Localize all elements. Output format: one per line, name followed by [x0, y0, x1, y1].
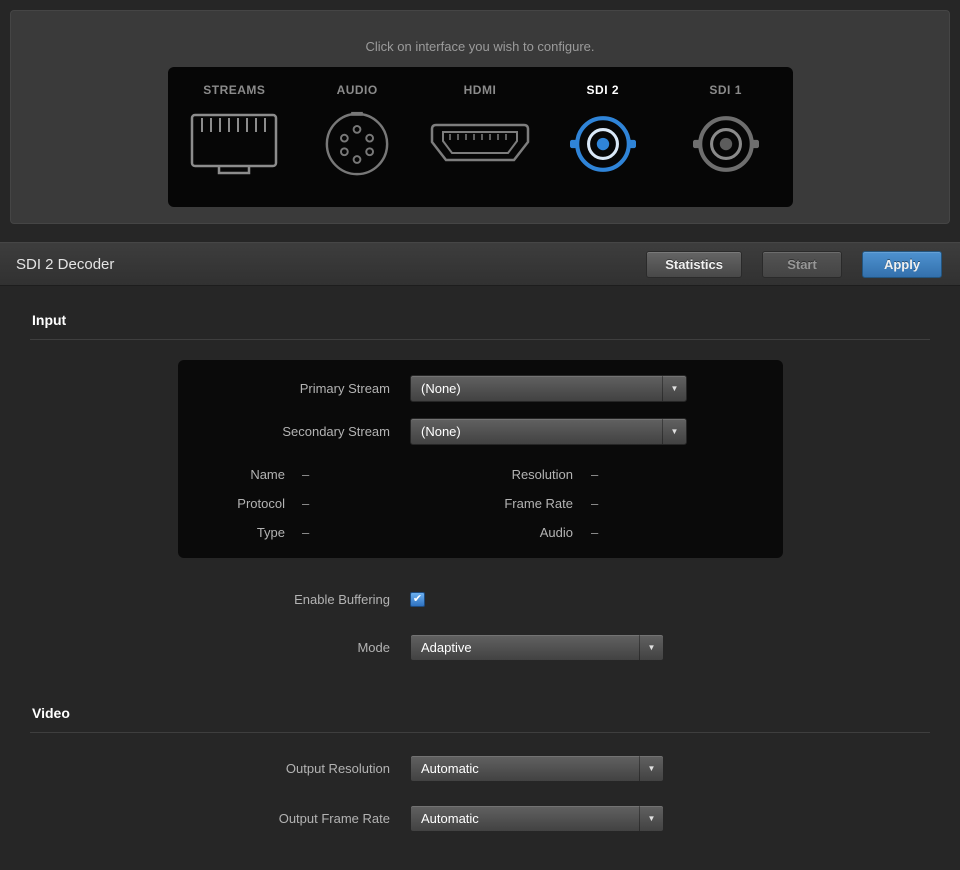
decoder-header: SDI 2 Decoder Statistics Start Apply: [0, 242, 960, 286]
chevron-down-icon: ▼: [639, 635, 663, 660]
protocol-value: –: [285, 496, 445, 511]
output-frame-rate-label: Output Frame Rate: [0, 811, 410, 826]
interface-streams[interactable]: STREAMS: [178, 83, 290, 187]
primary-stream-label: Primary Stream: [178, 381, 410, 396]
section-divider: [30, 339, 930, 340]
video-section-title: Video: [32, 705, 928, 721]
audio-label: Audio: [445, 525, 573, 540]
mode-row: Mode Adaptive ▼: [0, 634, 960, 661]
input-stream-panel: Primary Stream (None) ▼ Secondary Stream…: [178, 360, 783, 558]
info-row: Protocol – Frame Rate –: [178, 496, 783, 511]
apply-button[interactable]: Apply: [862, 251, 942, 278]
start-button[interactable]: Start: [762, 251, 842, 278]
chevron-down-icon: ▼: [662, 419, 686, 444]
name-value: –: [285, 467, 445, 482]
dropdown-value: (None): [421, 424, 461, 439]
output-frame-rate-select[interactable]: Automatic ▼: [410, 805, 664, 832]
frame-rate-value: –: [573, 496, 598, 511]
interface-sdi1[interactable]: SDI 1: [670, 83, 782, 187]
output-resolution-select[interactable]: Automatic ▼: [410, 755, 664, 782]
primary-stream-row: Primary Stream (None) ▼: [178, 375, 783, 402]
din-connector-icon: [322, 101, 392, 187]
type-label: Type: [178, 525, 285, 540]
dropdown-value: Adaptive: [421, 640, 472, 655]
enable-buffering-label: Enable Buffering: [0, 592, 410, 607]
interface-label: HDMI: [464, 83, 497, 97]
output-resolution-label: Output Resolution: [0, 761, 410, 776]
dropdown-value: (None): [421, 381, 461, 396]
dropdown-value: Automatic: [421, 761, 479, 776]
rj45-icon: [188, 101, 280, 187]
chevron-down-icon: ▼: [639, 806, 663, 831]
mode-label: Mode: [0, 640, 410, 655]
page-title: SDI 2 Decoder: [16, 256, 646, 273]
audio-value: –: [573, 525, 598, 540]
statistics-button[interactable]: Statistics: [646, 251, 742, 278]
instruction-text: Click on interface you wish to configure…: [11, 11, 949, 54]
secondary-stream-row: Secondary Stream (None) ▼: [178, 418, 783, 445]
interface-label: AUDIO: [337, 83, 378, 97]
interface-selector-panel: Click on interface you wish to configure…: [10, 10, 950, 224]
enable-buffering-row: Enable Buffering ✔: [0, 592, 960, 607]
output-resolution-row: Output Resolution Automatic ▼: [0, 755, 960, 782]
section-divider: [30, 732, 930, 733]
name-label: Name: [178, 467, 285, 482]
interface-hdmi[interactable]: HDMI: [424, 83, 536, 187]
primary-stream-select[interactable]: (None) ▼: [410, 375, 687, 402]
info-row: Name – Resolution –: [178, 467, 783, 482]
output-frame-rate-row: Output Frame Rate Automatic ▼: [0, 805, 960, 832]
interface-label: SDI 1: [709, 83, 742, 97]
enable-buffering-checkbox[interactable]: ✔: [410, 592, 425, 607]
resolution-value: –: [573, 467, 598, 482]
interface-sdi2[interactable]: SDI 2: [547, 83, 659, 187]
interface-label: SDI 2: [587, 83, 620, 97]
interface-label: STREAMS: [203, 83, 265, 97]
secondary-stream-label: Secondary Stream: [178, 424, 410, 439]
frame-rate-label: Frame Rate: [445, 496, 573, 511]
chevron-down-icon: ▼: [662, 376, 686, 401]
interface-audio[interactable]: AUDIO: [301, 83, 413, 187]
dropdown-value: Automatic: [421, 811, 479, 826]
type-value: –: [285, 525, 445, 540]
info-row: Type – Audio –: [178, 525, 783, 540]
input-section-title: Input: [32, 312, 928, 328]
check-icon: ✔: [413, 594, 422, 605]
protocol-label: Protocol: [178, 496, 285, 511]
bnc-connector-icon: [570, 101, 636, 187]
hdmi-icon: [428, 101, 532, 187]
resolution-label: Resolution: [445, 467, 573, 482]
mode-select[interactable]: Adaptive ▼: [410, 634, 664, 661]
bnc-connector-icon: [693, 101, 759, 187]
connector-strip: STREAMS AUDIO: [168, 67, 793, 207]
header-buttons: Statistics Start Apply: [646, 251, 942, 278]
chevron-down-icon: ▼: [639, 756, 663, 781]
secondary-stream-select[interactable]: (None) ▼: [410, 418, 687, 445]
